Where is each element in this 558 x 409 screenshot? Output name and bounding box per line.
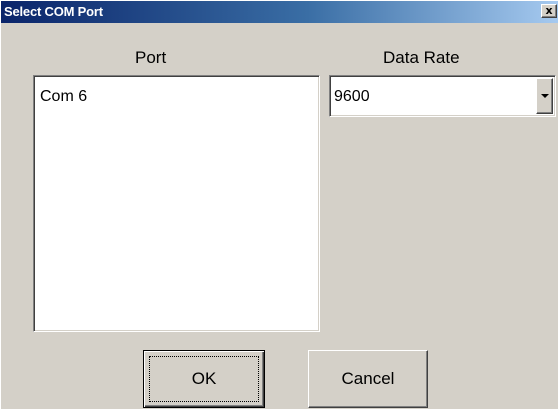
dialog-title: Select COM Port — [4, 4, 103, 19]
cancel-button[interactable]: Cancel — [308, 350, 428, 408]
chevron-down-icon[interactable] — [536, 78, 553, 114]
select-com-port-dialog: Select COM Port x Port Data Rate Com 6 9… — [0, 0, 558, 409]
port-listbox[interactable]: Com 6 — [33, 75, 320, 332]
data-rate-label: Data Rate — [383, 48, 460, 67]
port-label: Port — [135, 48, 167, 67]
title-bar[interactable]: Select COM Port x — [1, 1, 558, 23]
data-rate-combobox[interactable]: 9600 — [329, 75, 556, 117]
data-rate-value: 9600 — [334, 88, 370, 105]
cancel-button-label: Cancel — [341, 369, 395, 388]
list-item-com6[interactable]: Com 6 — [40, 88, 87, 106]
close-button[interactable]: x — [541, 4, 557, 18]
ok-button[interactable]: OK — [143, 350, 265, 408]
close-icon: x — [545, 4, 553, 17]
focus-rectangle — [149, 356, 259, 402]
